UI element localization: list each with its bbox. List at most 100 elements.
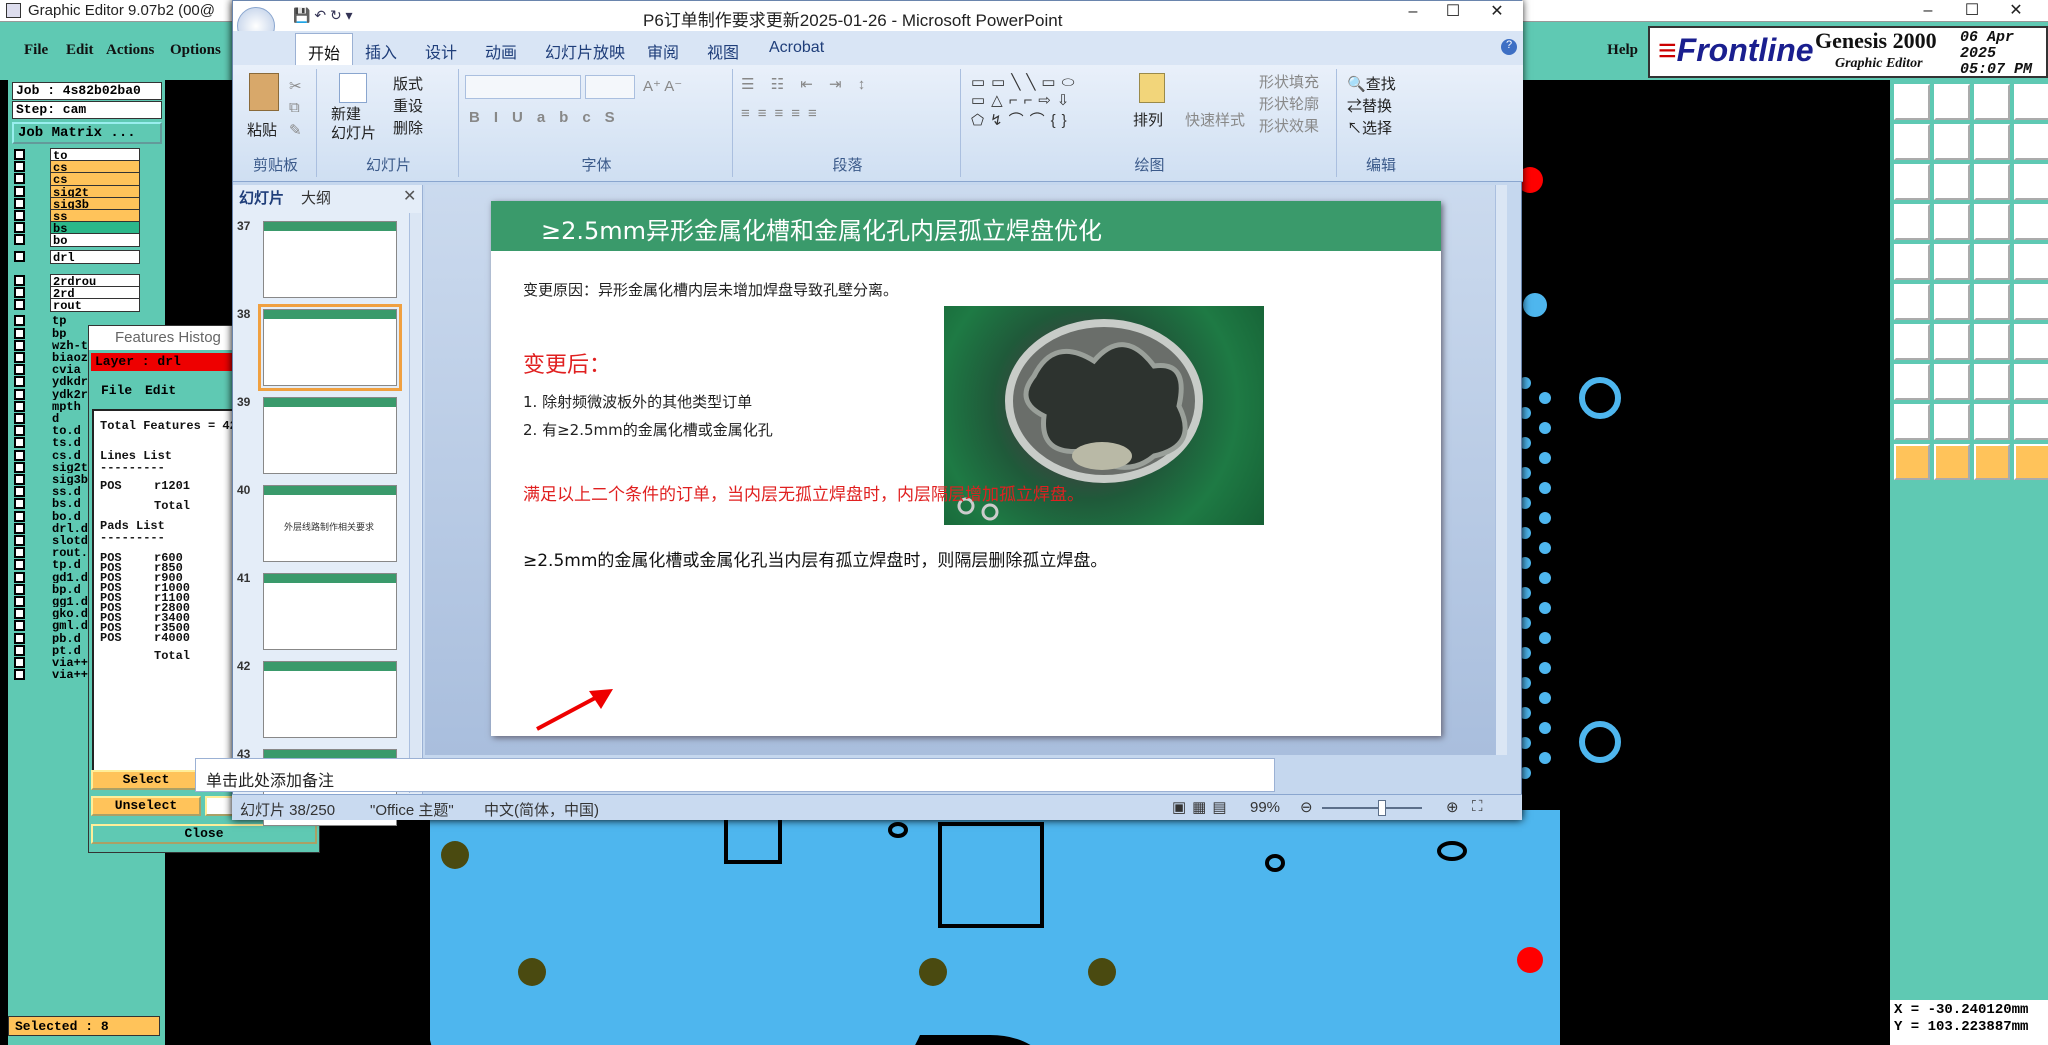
tool-icon[interactable] [1974,364,2010,400]
tab-design[interactable]: 设计 [425,39,457,63]
zoom-out-icon[interactable]: ⊖ [1300,798,1313,816]
layer-checkbox[interactable] [14,352,25,363]
tool-icon[interactable] [2014,404,2048,440]
layer-checkbox[interactable] [14,583,25,595]
tool-icon[interactable] [1894,164,1930,200]
tool-icon[interactable] [1974,164,2010,200]
layer-checkbox[interactable] [14,222,25,234]
tool-icon[interactable] [1974,284,2010,320]
layer-checkbox[interactable] [14,413,25,424]
help-icon[interactable]: ? [1501,39,1517,55]
job-matrix-button[interactable]: Job Matrix ... [12,122,162,144]
layer-checkbox[interactable] [14,547,25,559]
layer-checkbox[interactable] [14,461,25,473]
copy-icon[interactable]: ⧉ [289,99,300,116]
unselect-button[interactable]: Unselect [91,796,201,816]
layer-checkbox[interactable] [14,315,25,327]
panel-close-icon[interactable]: ✕ [403,186,416,206]
menu-actions[interactable]: Actions [106,42,154,59]
layer-checkbox[interactable] [14,400,25,412]
tool-icon[interactable] [1934,204,1970,240]
tool-icon[interactable] [1974,244,2010,280]
font-format-icons[interactable]: BIUabcS [469,109,629,126]
layer-checkbox[interactable] [14,299,25,311]
tool-icon[interactable] [2014,324,2048,360]
layer-checkbox[interactable] [14,250,25,262]
tool-icon[interactable] [1934,284,1970,320]
cut-icon[interactable]: ✂ [289,77,302,95]
shape-fill-button[interactable]: 形状填充 [1259,71,1319,92]
layer-checkbox[interactable] [14,620,25,632]
tool-icon[interactable] [1894,124,1930,160]
tool-icon[interactable] [1934,364,1970,400]
font-size-input[interactable] [585,75,635,99]
layer-checkbox[interactable] [14,364,25,376]
layer-checkbox[interactable] [14,449,25,461]
slide-thumbnail[interactable] [263,573,397,650]
slide-thumbnail[interactable] [263,221,397,298]
tool-icon[interactable] [1934,124,1970,160]
current-slide[interactable]: ≥2.5mm异形金属化槽和金属化孔内层孤立焊盘优化 变更原因：异形金属化槽内层未… [491,201,1441,736]
tab-animation[interactable]: 动画 [485,39,517,63]
tool-icon[interactable] [1894,204,1930,240]
tool-icon[interactable] [1974,404,2010,440]
replace-button[interactable]: ⇄替换 [1347,95,1392,116]
fit-window-icon[interactable]: ⛶ [1472,798,1483,815]
layer-checkbox[interactable] [14,632,25,644]
menu-file[interactable]: File [24,42,48,59]
tool-icon[interactable] [1934,164,1970,200]
tool-icon[interactable] [1894,324,1930,360]
delete-button[interactable]: 删除 [393,117,423,138]
list-icons[interactable]: ☰ ☷ ⇤ ⇥ ↕ [741,75,871,93]
shape-outline-button[interactable]: 形状轮廓 [1259,93,1319,114]
close-icon[interactable]: ✕ [1996,0,2036,22]
layer-row[interactable]: bo [14,233,140,248]
slide-thumbnail[interactable] [263,661,397,738]
paste-button[interactable]: 粘贴 [247,119,277,140]
tool-icon[interactable] [2014,204,2048,240]
tool-icon[interactable] [1974,204,2010,240]
tool-icon[interactable] [1974,444,2010,480]
tool-icon[interactable] [1894,244,1930,280]
tab-slides[interactable]: 幻灯片 [239,187,284,208]
tab-acrobat[interactable]: Acrobat [769,39,824,57]
tab-review[interactable]: 审阅 [647,39,679,63]
new-slide-icon[interactable] [339,73,367,103]
tab-insert[interactable]: 插入 [365,39,397,63]
tool-icon[interactable] [1934,84,1970,120]
notes-pane[interactable]: 单击此处添加备注 [195,758,1275,792]
histogram-menu-edit[interactable]: Edit [145,383,176,398]
thumb-scrollbar[interactable] [409,213,421,793]
tab-outline[interactable]: 大纲 [301,187,331,208]
layer-checkbox[interactable] [14,644,25,656]
slide-thumbnail[interactable] [263,397,397,474]
format-painter-icon[interactable]: ✎ [289,121,302,139]
arrange-icon[interactable] [1139,73,1165,103]
canvas-scrollbar[interactable] [1495,185,1507,755]
select-button-ribbon[interactable]: ↖选择 [1347,117,1392,138]
layer-row[interactable]: rout [14,298,140,313]
menu-help[interactable]: Help [1607,42,1638,59]
minimize-icon[interactable]: – [1908,0,1948,22]
shape-effects-button[interactable]: 形状效果 [1259,115,1319,136]
tool-icon[interactable] [1974,84,2010,120]
tool-icon[interactable] [2014,164,2048,200]
tool-icon[interactable] [1974,124,2010,160]
layer-checkbox[interactable] [14,376,25,388]
quick-styles-button[interactable]: 快速样式 [1185,109,1245,130]
paste-icon[interactable] [249,73,279,111]
new-slide-button[interactable]: 新建 幻灯片 [331,105,376,143]
zoom-slider[interactable] [1322,807,1422,809]
layer-checkbox[interactable] [14,510,25,522]
tool-icon[interactable] [1894,364,1930,400]
view-buttons[interactable]: ▣▦▤ [1172,798,1233,816]
tool-icon[interactable] [1894,444,1930,480]
layer-checkbox[interactable] [14,522,25,534]
layer-checkbox[interactable] [14,388,25,400]
tool-icon[interactable] [2014,364,2048,400]
menu-edit[interactable]: Edit [66,42,94,59]
layer-checkbox[interactable] [14,161,25,173]
layer-checkbox[interactable] [14,149,25,160]
histogram-menu-file[interactable]: File [101,383,132,398]
layer-checkbox[interactable] [14,327,25,339]
